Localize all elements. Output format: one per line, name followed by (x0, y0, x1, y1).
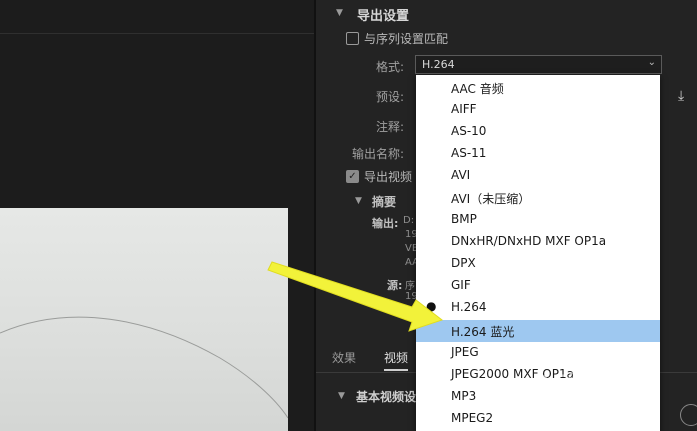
arrow-annotation (267, 261, 444, 332)
watermark: Bai经验 (535, 372, 604, 393)
